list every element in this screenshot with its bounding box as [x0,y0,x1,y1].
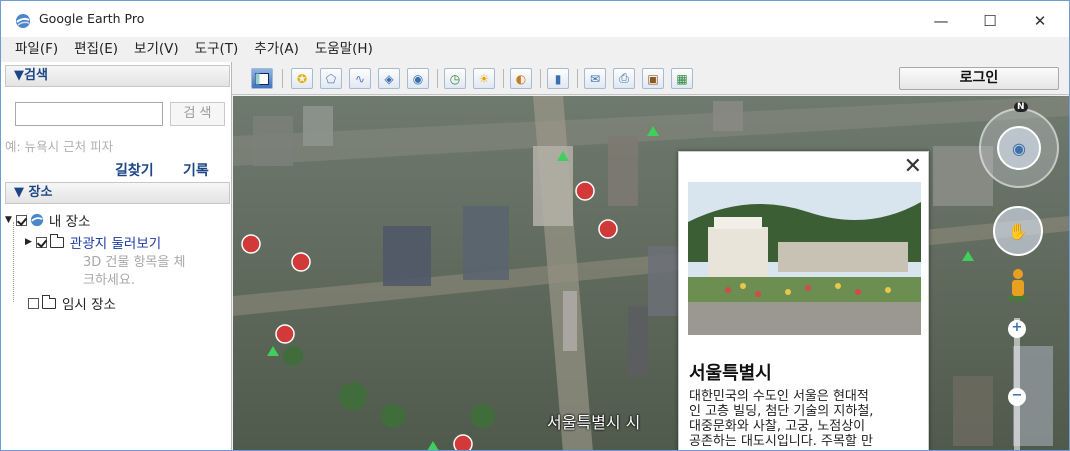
zoom-out-button[interactable]: − [1008,388,1026,406]
email-icon[interactable]: ✉ [584,68,606,89]
directions-link[interactable]: 길찾기 [115,160,154,180]
balloon-description: 대한민국의 수도인 서울은 현대적 인 고층 빌딩, 첨단 기술의 지하철, 대… [689,389,874,449]
save-image-icon[interactable]: ▣ [642,68,664,89]
balloon-close-button[interactable]: ✕ [904,154,922,179]
my-places-checkbox[interactable] [15,214,27,226]
title-bar: Google Earth Pro — ☐ ✕ [1,1,1069,37]
tour-hint-line-2: 크하세요. [83,272,135,288]
login-button[interactable]: 로그인 [899,67,1059,90]
print-icon[interactable]: ⎙ [613,68,635,89]
search-button[interactable]: 검 색 [170,102,225,126]
earth-3d-view[interactable]: 서울특별시 시 N ◉ ✋ + − [233,96,1069,450]
menu-edit[interactable]: 편집(E) [66,37,126,61]
tree-item-temp-places[interactable]: 임시 장소 [28,293,116,313]
compass-north-label: N [1014,102,1028,112]
record-tour-icon[interactable]: ◉ [407,68,429,89]
google-earth-window: Google Earth Pro — ☐ ✕ 파일(F) 편집(E) 보기(V)… [0,0,1070,451]
zoom-slider[interactable]: + − [1008,318,1026,450]
tree-item-tour[interactable]: ▶ 관광지 둘러보기 [25,232,161,252]
balloon-title: 서울특별시 [689,363,772,384]
earth-icon [30,213,44,227]
places-panel-header[interactable]: ▼ 장소 [5,182,230,204]
street-view-pegman-icon[interactable] [1007,268,1029,304]
close-button[interactable]: ✕ [1017,7,1063,35]
google-earth-app-icon [16,14,30,28]
info-balloon: ✕ 서울특별시 대한민국의 수도인 서울은 현대적 인 고층 빌딩, 첨단 기술… [678,151,929,450]
search-input[interactable] [15,102,163,126]
tour-label[interactable]: 관광지 둘러보기 [70,232,161,252]
maps-icon[interactable]: ▦ [671,68,693,89]
menu-help[interactable]: 도움말(H) [307,37,381,61]
my-places-label: 내 장소 [48,214,91,230]
sidebar-toggle-icon[interactable] [251,68,273,89]
zoom-in-button[interactable]: + [1008,320,1026,338]
polygon-icon[interactable]: ⬠ [320,68,342,89]
menu-tools[interactable]: 도구(T) [187,37,247,61]
search-hint: 예: 뉴욕시 근처 피자 [5,139,114,154]
image-overlay-icon[interactable]: ◈ [378,68,400,89]
menu-add[interactable]: 추가(A) [246,37,307,61]
expand-arrow-icon[interactable]: ▶ [25,237,32,247]
ruler-icon[interactable]: ▮ [547,68,569,89]
tree-item-my-places[interactable]: ▼ 내 장소 [5,210,90,230]
temp-places-checkbox[interactable] [28,297,39,309]
history-link[interactable]: 기록 [183,160,209,180]
toolbar: ✪ ⬠ ∿ ◈ ◉ ◷ ☀ ◐ ▮ ✉ ⎙ ▣ ▦ 로그인 [232,62,1069,95]
placemark-icon[interactable]: ✪ [291,68,313,89]
path-icon[interactable]: ∿ [349,68,371,89]
planets-icon[interactable]: ◐ [510,68,532,89]
balloon-photo [688,182,921,335]
menu-bar: 파일(F) 편집(E) 보기(V) 도구(T) 추가(A) 도움말(H) [1,37,1069,61]
eye-icon: ◉ [1012,138,1026,158]
folder-icon [42,294,56,309]
menu-file[interactable]: 파일(F) [7,37,66,61]
collapse-arrow-icon[interactable]: ▼ [5,215,12,225]
folder-icon [49,233,64,248]
minimize-button[interactable]: — [918,7,964,35]
temp-places-label: 임시 장소 [62,297,116,313]
sunlight-icon[interactable]: ☀ [473,68,495,89]
move-control[interactable]: ✋ [993,206,1043,256]
historical-imagery-icon[interactable]: ◷ [444,68,466,89]
maximize-button[interactable]: ☐ [967,7,1013,35]
side-panel: ▼검색 검 색 예: 뉴욕시 근처 피자 길찾기 기록 ▼ 장소 ▼ 내 장소 … [1,62,232,450]
tour-checkbox[interactable] [35,236,47,248]
look-control[interactable]: N ◉ [979,102,1059,188]
tour-hint-line-1: 3D 건물 항목을 체 [83,254,186,270]
map-place-label[interactable]: 서울특별시 시 [547,409,640,433]
window-title: Google Earth Pro [39,11,145,26]
menu-view[interactable]: 보기(V) [126,37,187,61]
hand-icon: ✋ [1008,221,1028,241]
search-panel-header[interactable]: ▼검색 [5,65,230,87]
city-imagery [233,96,1069,450]
